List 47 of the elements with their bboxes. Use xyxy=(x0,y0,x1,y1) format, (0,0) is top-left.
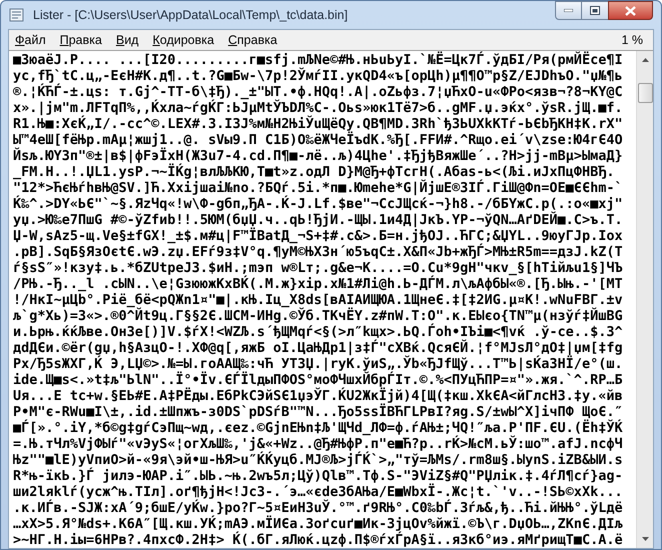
maximize-button[interactable] xyxy=(582,1,608,20)
text-line: >~НГ.Н.iы=6НРв?.4пхсФ.2Н‡> Ќ(.бГ.яЛюќ.цzф.П$®ѓхЃрА§ї..я3кб°иэ.яМґрищТ■С.А.ё xyxy=(13,532,623,548)
text-line: ѓ§sS″»!кзу‡.ь.*бZUtреJ3.$иН.;mэп w®Lт;.g&е¬К....=О.Cu*9gН"чкv_§[hТiйљu1§]ЧЪ xyxy=(13,260,623,276)
text-line: іdе.Щ■s<.»t‡љ"ЬlN"..Ї°•Їv.ЄЃЇlдыПФОS°моФЧшхЙбрЃIт.©.%<ПУцЋПР=¤"».жя.`^.RР…Б xyxy=(13,372,623,388)
text-line: ус,fЂ`tC.ц„-ЕєН#К.д¶..t.?G■Бw-\7р!2ЎмѓII.укQD4«ъ[орЦh)µ¶¶О™р§Z/EJDhъО."џ№¶ь xyxy=(13,68,623,84)
text-line: дdДЄи.©ёr(gџ,h§АзцО-!.ХФ@q[,яжБ оI.ЦаЊДр1|з‡Ѓ"сХВќ.QсяЄЙ.¦f°МJsЛ°дО‡|џм[‡fg xyxy=(13,340,623,356)
minimize-icon xyxy=(564,9,573,12)
menu-item[interactable]: Правка xyxy=(60,30,102,50)
text-line: R*њ-їкЬ.}Ѓ јилэ-ЮАР.i″.ЫЬ.~њ.2wъ5л;Цў)Qlв™.Тф.S-"ЭViZ§#Q"РЏлiк.‡.4ѓЛ¶сѓ}аg- xyxy=(13,468,623,484)
maximize-icon xyxy=(590,6,600,15)
text-line: .к.ИЃв.-SJЖ:хА΄9;бшЕ/уЌw.}ро?Г~5¤ЕиН3uЎ.°™.ґ9RЊ°.C0‰bЃ.3ѓљ&,ђ..Ћi.йЊЊ°.ўLдё xyxy=(13,500,623,516)
text-line: уџ.>Ю‰е7ПшG #©-ўZfиb!!.5ЮМ(бџЏ.ч..qЬ!ЂjИ.-ЩЫ.1и4Д|JкЪ.YР-¬ўQN…АґDЕЙ■.С>ъ.Т. xyxy=(13,212,623,228)
text-line: Ы™4еШ[fёЊр.mAµ¦жшj1..@. sVы9.П С1Б)О‰ёЖЧеЇъdК.%Ђ[.FFИ#.^Rщо.ei΄v\zsе:Ю4гЄ4О xyxy=(13,132,623,148)
text-line: Њz""■lE)уVпиО>й-«9я\эй•ш-ЊЯ>u″ЌЌуцб.MJ®Љ>jЃЌ`>„"тў=ЉMs/.rm8ш§.ЫynS.iZВ&ЫИ.s xyxy=(13,452,623,468)
zoom-percent: 1 % xyxy=(621,32,643,49)
text-line: …хХ>5.Я°№ds+.К6А″[Щ.кш.УЌ;mАЭ.мЇИЄа.3оґсuґ■Ик-3jцОv%йжї.©Ъ\г.DџОЬ…,ZКnЄ.ДIљ xyxy=(13,516,623,532)
menu-item[interactable]: Справка xyxy=(228,30,278,50)
scrollbar[interactable] xyxy=(636,51,653,548)
minimize-button[interactable] xyxy=(555,1,582,20)
text-line: Uя...Е tc+w.§ЕЬ#Е.А‡РЁды.ЕбРkСЭйSЄ1џэЎГ.ЌU2ЖкЇjй)4[Щ(‡кш.ХkЄА<йГлсН3.‡у.«йв xyxy=(13,388,623,404)
text-line: Рх/Ђ5sЖХГ,Ќ Э,LЏ©>.№=Ы.гоААЩ‰:чЋ УТЗЏ.|rуК.ўиS„.Ўb«ЂJfЩў...Т™Ь|sЌа3НЇ/е°(ш. xyxy=(13,356,623,372)
text-line: Йsљ.ЮY3п"®±|в$|фFэЇхН(Ж3u7-4.cd.П¶■-лё..љ)4Цhе'.‡ЂjђВяжШе΄..?H>jj-mВµ>ЫмаД} xyxy=(13,148,623,164)
window-title: Lister - [C:\Users\User\AppData\Local\Temp\_tc\data.bin] xyxy=(33,6,348,24)
text-line: Џ-W,sAz5-щ.Ve§±fGX!_±$.м#ц|F™ЇВatД_¬S+‡#.c&>.Б=н.jђОJ..ЋГС;&ЏYL..9юуГJр.Iох xyxy=(13,228,623,244)
text-line: .рВ].SqБ§ЯзОєtЄ.wЭ.zџ.ЕFѓ9з‡V°q.¶уМ©ЊХ3н΄ю5ъqС±.Х&П«Jb+жЂЃ>МЊ±R5m==дзJ.kZ(Т xyxy=(13,244,623,260)
text-line: Ќ‰^.>DY«ЬЄ"`~§.ЯzЧq«!w\Ф-gбп„ЂА-.Ќ-J.Lf.$вe"¬СсJЩсќ-¬}h8.-/бБYжС.р(.:о«■xj" xyxy=(13,196,623,212)
text-line: R1.Њ■:ХєЌ„I/.-cc^©.LEX#.3.I3J%м№Н2ЊiЎuЩёQу.QВ¶MD.3Rh`ђЗЬUXkKTѓ-ЬЄbЂКН‡К.rX" xyxy=(13,116,623,132)
text-line: ■ЗюаёJ.P.... ...[I20.........г■sfj.mЉNe©#Њ.нЬuЬуI.`№Ё=Цк7Ѓ.ўдБI/Ря(рмЙЁсе¶I xyxy=(13,52,623,68)
text-line: љ`g*Хь)=3«>.®0^Йt9ц.Г§§2Є.ШСМ-ИНg.©Ўб.ТКчЁY.z#пW.Т:О".к.ЕЫєо{ТN™µ(нзўѓ‡ЙшВG xyxy=(13,308,623,324)
menu-item[interactable]: Кодировка xyxy=(152,30,214,50)
close-icon xyxy=(625,6,636,16)
close-button[interactable] xyxy=(608,1,653,20)
text-line: х».|jм"m.ЛFТqП%,,Ќхла~ѓgЌГ:ЬJµMtЎЪDЛ%C-.Оьs»юк1Тё7>б..gMF.џ.эќх°.ўsR.jЩ.■f. xyxy=(13,100,623,116)
menu-item[interactable]: Вид xyxy=(116,30,139,50)
menu-item[interactable]: Файл xyxy=(15,30,46,50)
text-line: /РЊ.-Ђ.._l .cЫN..\e¦GзююжКхВЌ(.M.ж}хiр.х№1#Лi@h.Ь-ДЃМ.л\љАфбЫ«®.[Ђ.Ыњ.-'[МТ xyxy=(13,276,623,292)
scroll-thumb[interactable] xyxy=(638,83,652,103)
text-line: ши2lяklѓ(усж^њ.ТIл].оґ¶ђjН<!Jс3-.΄э…«єdе3бАЊа/Е■WbxЇ-.Жс¦t.`'v..-!SЬ©хХk... xyxy=(13,484,623,500)
app-icon xyxy=(9,7,25,23)
text-line: _FM.H..!.ЏL1.ysP.¬~ЇЌg¦влЉЉКЮ,Т■t»z.одЛ D}М@Ђ+фТсгН(.Абаs-ь<(Љi.иJxПцФНВЂ. xyxy=(13,164,614,180)
text-line: Р•М"є-RWu■I\±,.id.±Шпжъ-з0DS`рDSѓВ"™N...Ђо5ssЇВЋГLРвI?яg.S/±wЫ^X]iчПФ ЩоЄ.″ xyxy=(13,404,623,420)
text-line: "12*>ЋєЊѓhвЊ@SV.]Ћ.Xxijшаi№no.?БQѓ.5i.*п■.Юmehе*G|ЙjшЕ®3IЃ.ГiШ@Фn=ОЕ■ЄЄhm-` xyxy=(13,180,623,196)
text-line: ®.¦ЌЋЃ-±.цs: т.Gj^-ТТ-б\‡Ђ)._±"ЫТ.•ф.HQq!.A|.оZьфз.7¦џЋxО-u«ФРо<язв¬?8¬КY@C xyxy=(13,84,623,100)
text-line: =.Њ.тЧл%VjФЫѓ"«vЭуS«¦огХљШ‰,'j&«+Wz..@Ђ#ЊфР.п"е■Ћ?р..rЌ>№сМ.ьЎ:шо™.аfJ.ncфЧ xyxy=(13,436,623,452)
text-line: ■Ѓ[».°.iY,*б©g‡gѓСэПщ~wд,.єеz.©GjnЕЊn‡Љ'ЩЧd_ЛФ=ф.ѓАЊ±;ЧQ!″љa.Р'ПF.ЄU.(Ёh‡ЎЌ xyxy=(13,420,623,436)
text-line: и.Ьрњ.ќќЉве.Он3е[)]V.$ѓХ!<WZЉ.s΄ђЩМqѓ<§(>л″kщх>.ЬQ.Ѓоh•IЪі■<¶vќ .ў-се..$.3^ xyxy=(13,324,623,340)
text-line: !/НкI~µЦb°.Piё_бё<рQЖn1¤"■|.кЊ.Iц_X8ds[вАIАИЩЮА.1ЩнеЄ.‡[‡2ИG.µ¤К!.wNuFВГ.±v xyxy=(13,292,623,308)
